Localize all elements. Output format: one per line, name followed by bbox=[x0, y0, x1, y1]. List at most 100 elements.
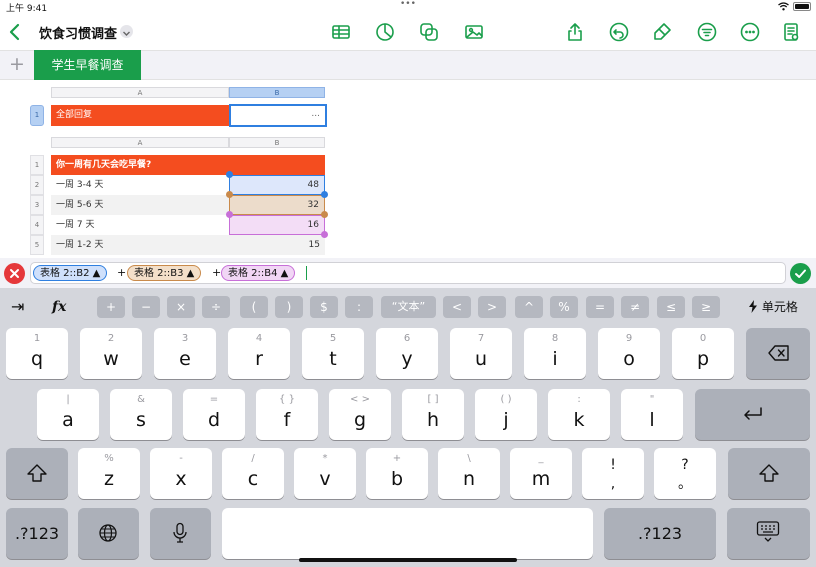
insert-chart-icon[interactable] bbox=[374, 21, 396, 43]
table2-row-2-header[interactable]: 2 bbox=[30, 175, 44, 195]
symbol-key-less-equal[interactable]: ≤ bbox=[657, 296, 685, 318]
accept-formula-button[interactable] bbox=[790, 263, 811, 284]
key-v[interactable]: * v bbox=[294, 448, 356, 499]
format-brush-icon[interactable] bbox=[651, 21, 673, 43]
key-a[interactable]: | a bbox=[37, 389, 99, 440]
symbol-key-percent[interactable]: % bbox=[550, 296, 578, 318]
table1-column-a-header[interactable]: A bbox=[51, 87, 229, 98]
table2-value-cell-b4[interactable]: 16 bbox=[229, 215, 325, 235]
shift-key-right[interactable] bbox=[728, 448, 810, 499]
numbers-key-right[interactable]: .?123 bbox=[604, 508, 716, 559]
cell-mode-button[interactable]: 单元格 bbox=[748, 297, 798, 317]
key-z[interactable]: % z bbox=[78, 448, 140, 499]
table1-cell-b1-editing[interactable]: ... bbox=[229, 104, 327, 127]
symbol-key-plus[interactable]: + bbox=[97, 296, 125, 318]
symbol-key-less-than[interactable]: < bbox=[443, 296, 471, 318]
range-handle-blue-top[interactable] bbox=[226, 171, 233, 178]
symbol-key-close-paren[interactable]: ) bbox=[275, 296, 303, 318]
key-j[interactable]: ( ) j bbox=[475, 389, 537, 440]
table2-row-3-header[interactable]: 3 bbox=[30, 195, 44, 215]
table2-label-cell[interactable]: 一周 3-4 天 bbox=[51, 175, 229, 195]
symbol-key-open-paren[interactable]: ( bbox=[240, 296, 268, 318]
insert-media-icon[interactable] bbox=[463, 21, 485, 43]
share-icon[interactable] bbox=[564, 21, 586, 43]
range-handle-purple-bottom[interactable] bbox=[321, 231, 328, 238]
key-question-period[interactable]: ?。 bbox=[654, 448, 716, 499]
key-w[interactable]: 2w bbox=[80, 328, 142, 379]
table2-question-header[interactable]: 你一周有几天会吃早餐? bbox=[51, 155, 325, 175]
key-p[interactable]: 0p bbox=[672, 328, 734, 379]
shift-key-left[interactable] bbox=[6, 448, 68, 499]
formula-token-b4[interactable]: 表格 2::B4 ▲ bbox=[221, 265, 296, 281]
table2-row-4-header[interactable]: 4 bbox=[30, 215, 44, 235]
multitask-dots[interactable]: ••• bbox=[400, 0, 416, 9]
table1-row-1-header[interactable]: 1 bbox=[30, 105, 44, 126]
range-handle-blue-bottom[interactable] bbox=[321, 191, 328, 198]
function-fx-button[interactable]: fx bbox=[52, 297, 66, 317]
table2-column-a-header[interactable]: A bbox=[51, 137, 229, 148]
key-r[interactable]: 4r bbox=[228, 328, 290, 379]
symbol-key-equals[interactable]: = bbox=[586, 296, 614, 318]
symbol-key-dollar[interactable]: $ bbox=[310, 296, 338, 318]
return-key[interactable] bbox=[695, 389, 810, 440]
key-x[interactable]: -x bbox=[150, 448, 212, 499]
table2-column-b-header[interactable]: B bbox=[229, 137, 325, 148]
insert-shape-icon[interactable] bbox=[418, 21, 440, 43]
key-o[interactable]: 9o bbox=[598, 328, 660, 379]
symbol-key-minus[interactable]: − bbox=[132, 296, 160, 318]
document-options-icon[interactable] bbox=[780, 21, 802, 43]
key-h[interactable]: [ ] h bbox=[402, 389, 464, 440]
key-y[interactable]: 6y bbox=[376, 328, 438, 379]
table2-label-cell[interactable]: 一周 5-6 天 bbox=[51, 195, 229, 215]
title-chevron-down-icon[interactable] bbox=[120, 25, 133, 38]
key-l[interactable]: " l bbox=[621, 389, 683, 440]
back-chevron-icon[interactable] bbox=[4, 21, 26, 43]
key-n[interactable]: \ n bbox=[438, 448, 500, 499]
symbol-key-text[interactable]: “文本” bbox=[381, 296, 436, 318]
undo-icon[interactable] bbox=[608, 21, 630, 43]
numbers-key-left[interactable]: .?123 bbox=[6, 508, 68, 559]
sort-filter-icon[interactable] bbox=[696, 21, 718, 43]
table2-row-1-header[interactable]: 1 bbox=[30, 155, 44, 175]
table2-value-cell-b5[interactable]: 15 bbox=[229, 235, 325, 255]
table2-label-cell[interactable]: 一周 1-2 天 bbox=[51, 235, 229, 255]
document-title[interactable]: 饮食习惯调查 bbox=[39, 23, 117, 42]
symbol-key-greater-than[interactable]: > bbox=[478, 296, 506, 318]
symbol-key-caret[interactable]: ^ bbox=[515, 296, 543, 318]
key-m[interactable]: _ m bbox=[510, 448, 572, 499]
more-options-icon[interactable] bbox=[739, 21, 761, 43]
formula-token-b2[interactable]: 表格 2::B2 ▲ bbox=[33, 265, 108, 281]
add-sheet-button[interactable]: + bbox=[9, 53, 25, 75]
globe-key[interactable] bbox=[78, 508, 139, 559]
key-d[interactable]: = d bbox=[183, 389, 245, 440]
delete-key[interactable] bbox=[746, 328, 810, 379]
formula-token-b3[interactable]: 表格 2::B3 ▲ bbox=[127, 265, 202, 281]
key-t[interactable]: 5t bbox=[302, 328, 364, 379]
key-i[interactable]: 8i bbox=[524, 328, 586, 379]
key-q[interactable]: 1q bbox=[6, 328, 68, 379]
table1-cell-a1[interactable]: 全部回复 bbox=[51, 105, 229, 126]
key-g[interactable]: < > g bbox=[329, 389, 391, 440]
table2-row-5-header[interactable]: 5 bbox=[30, 235, 44, 255]
tab-key-icon[interactable]: ⇥ bbox=[11, 296, 24, 318]
key-u[interactable]: 7u bbox=[450, 328, 512, 379]
key-c[interactable]: / c bbox=[222, 448, 284, 499]
hide-keyboard-key[interactable] bbox=[727, 508, 810, 559]
space-bar[interactable] bbox=[222, 508, 593, 559]
key-b[interactable]: + b bbox=[366, 448, 428, 499]
cancel-formula-button[interactable] bbox=[4, 263, 25, 284]
table1-column-b-header[interactable]: B bbox=[229, 87, 325, 98]
range-handle-brown-bottom[interactable] bbox=[321, 211, 328, 218]
symbol-key-not-equal[interactable]: ≠ bbox=[621, 296, 649, 318]
table2-value-cell-b2[interactable]: 48 bbox=[229, 175, 325, 195]
insert-table-icon[interactable] bbox=[330, 21, 352, 43]
symbol-key-divide[interactable]: ÷ bbox=[202, 296, 230, 318]
key-k[interactable]: :k bbox=[548, 389, 610, 440]
key-s[interactable]: & s bbox=[110, 389, 172, 440]
key-f[interactable]: { } f bbox=[256, 389, 318, 440]
dictation-key[interactable] bbox=[150, 508, 211, 559]
symbol-key-colon[interactable]: : bbox=[345, 296, 373, 318]
symbol-key-greater-equal[interactable]: ≥ bbox=[692, 296, 720, 318]
table2-value-cell-b3[interactable]: 32 bbox=[229, 195, 325, 215]
range-handle-brown-top[interactable] bbox=[226, 191, 233, 198]
